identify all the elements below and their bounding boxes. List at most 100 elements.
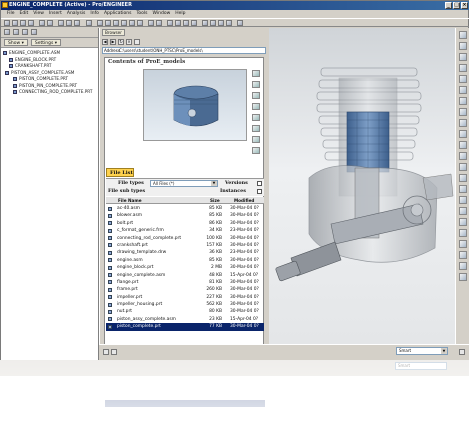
datum-axes-icon[interactable] xyxy=(210,20,216,26)
assemble-tool-icon[interactable] xyxy=(459,251,467,259)
column-size[interactable]: Size xyxy=(210,197,220,204)
blend-tool-icon[interactable] xyxy=(459,130,467,138)
versions-checkbox[interactable] xyxy=(257,181,262,186)
table-row[interactable]: piston_assy_complete.asm 23 KB 15-Apr-04 0… xyxy=(106,316,264,323)
datum-axis-tool-icon[interactable] xyxy=(459,42,467,50)
menu-file[interactable]: File xyxy=(7,10,15,18)
instances-checkbox[interactable] xyxy=(257,189,262,194)
print-page-icon[interactable] xyxy=(134,39,140,45)
preview-rotate-icon[interactable] xyxy=(252,81,260,88)
table-row[interactable]: ac-40.asm 85 KB 30-Mar-04 0? xyxy=(106,205,264,212)
undo-icon[interactable] xyxy=(39,20,45,26)
trim-tool-icon[interactable] xyxy=(459,240,467,248)
shell-tool-icon[interactable] xyxy=(459,152,467,160)
close-button[interactable]: × xyxy=(461,2,468,9)
maximize-button[interactable]: □ xyxy=(453,2,460,9)
table-row[interactable]: engine_block.prt 2 MB 30-Mar-04 0? xyxy=(106,264,264,271)
graphics-viewport[interactable] xyxy=(269,28,455,344)
layers-icon[interactable] xyxy=(148,20,154,26)
table-row[interactable]: impeller.prt 227 KB 30-Mar-04 0? xyxy=(106,294,264,301)
filter-icon[interactable] xyxy=(459,349,465,355)
zoom-out-icon[interactable] xyxy=(113,20,119,26)
preview-zoom-icon[interactable] xyxy=(252,70,260,77)
message-log-icon[interactable] xyxy=(103,349,109,355)
print-icon[interactable] xyxy=(28,20,34,26)
folder-browser-tab-icon[interactable] xyxy=(13,29,19,35)
menu-insert[interactable]: Insert xyxy=(49,10,62,18)
menu-tools[interactable]: Tools xyxy=(136,10,147,18)
stop-icon[interactable]: × xyxy=(126,39,132,45)
draft-tool-icon[interactable] xyxy=(459,174,467,182)
datum-planes-icon[interactable] xyxy=(202,20,208,26)
show-menu[interactable]: Show ▾ xyxy=(4,39,28,46)
regenerate-icon[interactable] xyxy=(86,20,92,26)
pattern-tool-icon[interactable] xyxy=(459,207,467,215)
table-row[interactable]: flange.prt 81 KB 30-Mar-04 0? xyxy=(106,279,264,286)
model-tree-tab-icon[interactable] xyxy=(4,29,10,35)
round-tool-icon[interactable] xyxy=(459,185,467,193)
preview-fit-icon[interactable] xyxy=(252,103,260,110)
save-icon[interactable] xyxy=(20,20,26,26)
datum-point-tool-icon[interactable] xyxy=(459,64,467,72)
menu-window[interactable]: Window xyxy=(153,10,171,18)
preview-wire-icon[interactable] xyxy=(252,125,260,132)
coord-sys-tool-icon[interactable] xyxy=(459,75,467,83)
copy-icon[interactable] xyxy=(66,20,72,26)
part-preview[interactable] xyxy=(143,69,247,141)
table-row[interactable]: bolt.prt 86 KB 30-Mar-04 0? xyxy=(106,220,264,227)
refit-icon[interactable] xyxy=(121,20,127,26)
connections-tab-icon[interactable] xyxy=(31,29,37,35)
zoom-in-icon[interactable] xyxy=(105,20,111,26)
forward-icon[interactable]: ▶ xyxy=(110,39,116,45)
mirror-tool-icon[interactable] xyxy=(459,218,467,226)
hidden-line-icon[interactable] xyxy=(175,20,181,26)
redo-icon[interactable] xyxy=(47,20,53,26)
favorites-tab-icon[interactable] xyxy=(22,29,28,35)
saved-views-icon[interactable] xyxy=(137,20,143,26)
shading-icon[interactable] xyxy=(191,20,197,26)
datum-plane-tool-icon[interactable] xyxy=(459,31,467,39)
analysis-tool-icon[interactable] xyxy=(459,273,467,281)
column-modified[interactable]: Modified xyxy=(234,197,254,204)
column-name[interactable]: File Name xyxy=(118,197,142,204)
table-row[interactable]: impeller_housing.prt 562 KB 30-Mar-04 0? xyxy=(106,301,264,308)
table-row[interactable]: engine.asm 85 KB 30-Mar-04 0? xyxy=(106,257,264,264)
merge-tool-icon[interactable] xyxy=(459,229,467,237)
table-row[interactable]: engine_complete.asm 48 KB 15-Apr-04 0? xyxy=(106,272,264,279)
file-list-tab[interactable]: File List xyxy=(106,168,134,177)
selection-filter[interactable]: Smart ▼ xyxy=(396,347,448,355)
menu-info[interactable]: Info xyxy=(90,10,99,18)
repaint-icon[interactable] xyxy=(97,20,103,26)
table-row[interactable]: c_format_generic.frm 34 KB 23-Mar-04 0? xyxy=(106,227,264,234)
menu-edit[interactable]: Edit xyxy=(20,10,29,18)
file-types-select[interactable]: All Files (*) ▼ xyxy=(150,180,218,187)
chamfer-tool-icon[interactable] xyxy=(459,196,467,204)
preview-info-icon[interactable] xyxy=(252,147,260,154)
open-folder-icon[interactable] xyxy=(12,20,18,26)
menu-help[interactable]: Help xyxy=(175,10,185,18)
no-hidden-icon[interactable] xyxy=(183,20,189,26)
wireframe-icon[interactable] xyxy=(167,20,173,26)
table-row[interactable]: connecting_rod_complete.prt 100 KB 30-Mar-… xyxy=(106,235,264,242)
preview-pan-icon[interactable] xyxy=(252,92,260,99)
table-row[interactable]: frame.prt 260 KB 30-Mar-04 0? xyxy=(106,286,264,293)
rib-tool-icon[interactable] xyxy=(459,163,467,171)
datum-points-icon[interactable] xyxy=(218,20,224,26)
paste-icon[interactable] xyxy=(74,20,80,26)
datum-curve-tool-icon[interactable] xyxy=(459,53,467,61)
minimize-button[interactable]: _ xyxy=(445,2,452,9)
preview-open-icon[interactable] xyxy=(252,136,260,143)
menu-analysis[interactable]: Analysis xyxy=(67,10,86,18)
status-info-icon[interactable] xyxy=(111,349,117,355)
coordinate-systems-icon[interactable] xyxy=(226,20,232,26)
browser-tab[interactable]: Browser xyxy=(102,29,125,36)
revolve-tool-icon[interactable] xyxy=(459,108,467,116)
menu-view[interactable]: View xyxy=(33,10,44,18)
table-row[interactable]: blower.asm 85 KB 30-Mar-04 0? xyxy=(106,212,264,219)
hole-tool-icon[interactable] xyxy=(459,141,467,149)
reorient-icon[interactable] xyxy=(129,20,135,26)
create-component-icon[interactable] xyxy=(459,262,467,270)
extrude-tool-icon[interactable] xyxy=(459,97,467,105)
settings-menu[interactable]: Settings ▾ xyxy=(30,39,61,46)
sketch-tool-icon[interactable] xyxy=(459,86,467,94)
